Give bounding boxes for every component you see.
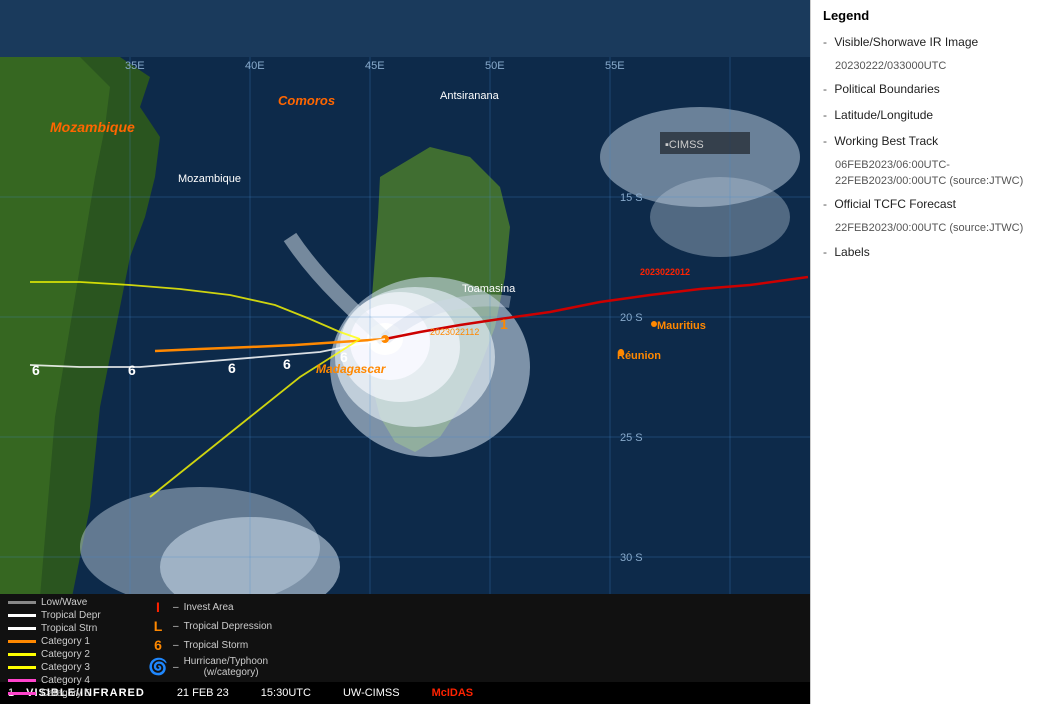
svg-text:6: 6 [283,356,291,372]
legend-tropical-storm-sym: 6 – Tropical Storm [148,637,272,653]
legend-political: - Political Boundaries [823,80,1042,98]
svg-text:Madagascar: Madagascar [316,362,387,376]
legend-cat5: Category 5 [8,688,118,699]
legend-bt-date1: 06FEB2023/06:00UTC- [835,158,1042,173]
legend-tropical-depr: Tropical Depr [8,610,118,621]
legend-panel: Legend - Visible/Shorwave IR Image 20230… [810,0,1054,704]
legend-best-track: - Working Best Track [823,132,1042,150]
legend-bt-date2: 22FEB2023/00:00UTC (source:JTWC) [835,174,1042,189]
legend-hurricane-sym: 🌀 – Hurricane/Typhoon(w/category) [148,656,272,678]
svg-text:55E: 55E [605,60,625,72]
legend-labels: - Labels [823,243,1042,261]
svg-text:50E: 50E [485,60,505,72]
svg-text:Toamasina: Toamasina [462,283,516,295]
legend-tropical-strn: Tropical Strn [8,623,118,634]
legend-latlng: - Latitude/Longitude [823,106,1042,124]
main-container: 35E 40E 45E 50E 55E 15 S 20 S 25 S 30 S … [0,0,1054,704]
legend-vis-date: 20230222/033000UTC [835,59,1042,74]
legend-tcfc-date: 22FEB2023/00:00UTC (source:JTWC) [835,221,1042,236]
svg-text:Comoros: Comoros [278,93,335,108]
svg-text:1: 1 [500,316,508,332]
svg-text:15 S: 15 S [620,192,643,204]
svg-text:35E: 35E [125,60,145,72]
legend-invest: I – Invest Area [148,599,272,615]
svg-text:Mozambique: Mozambique [50,119,135,135]
svg-text:6: 6 [32,362,40,378]
svg-text:Mauritius: Mauritius [657,320,706,332]
svg-text:30 S: 30 S [620,552,643,564]
svg-text:45E: 45E [365,60,385,72]
legend-cat3: Category 3 [8,662,118,673]
legend-title: Legend [823,8,1042,23]
svg-text:2023022012: 2023022012 [640,267,690,277]
legend-cat4: Category 4 [8,675,118,686]
svg-text:2023022112: 2023022112 [430,327,479,337]
svg-text:20 S: 20 S [620,312,643,324]
legend-visible-ir: - Visible/Shorwave IR Image [823,33,1042,51]
legend-tropical-dep-sym: L – Tropical Depression [148,618,272,634]
legend-cat1: Category 1 [8,636,118,647]
svg-text:6: 6 [128,362,136,378]
svg-text:40E: 40E [245,60,265,72]
svg-text:Antsiranana: Antsiranana [440,90,500,102]
svg-text:Mozambique: Mozambique [178,173,241,185]
legend-cat2: Category 2 [8,649,118,660]
map-area: 35E 40E 45E 50E 55E 15 S 20 S 25 S 30 S … [0,0,810,704]
svg-text:▪CIMSS: ▪CIMSS [665,139,704,151]
svg-text:6: 6 [228,360,236,376]
svg-text:25 S: 25 S [620,432,643,444]
legend-low-wave: Low/Wave [8,597,118,608]
legend-tcfc: - Official TCFC Forecast [823,195,1042,213]
